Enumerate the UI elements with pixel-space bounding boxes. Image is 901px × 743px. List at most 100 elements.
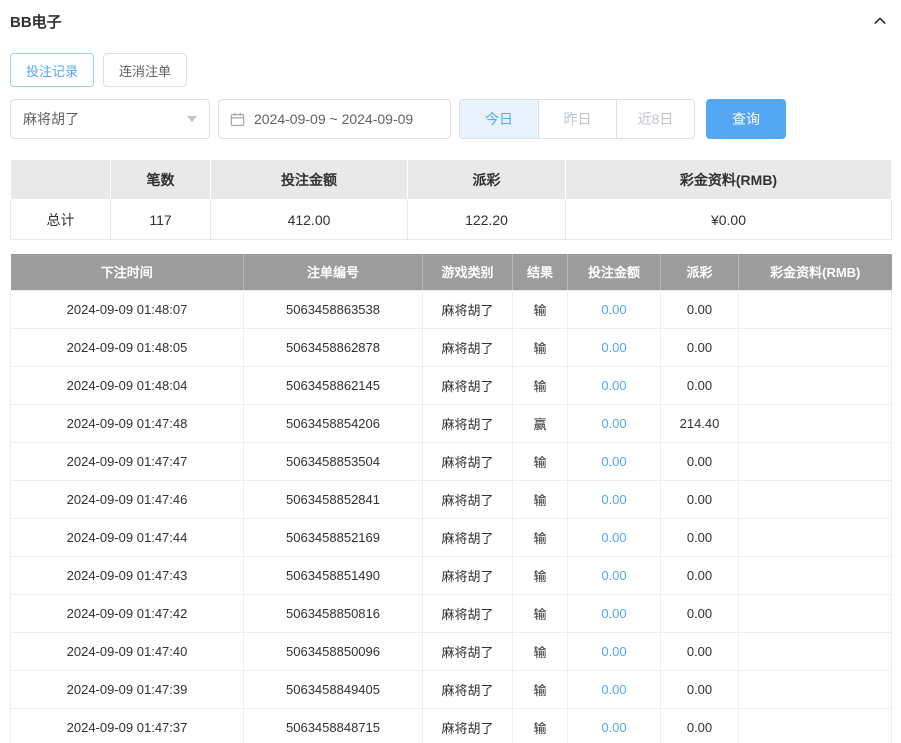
bet-amount-cell: 0.00	[567, 707, 661, 743]
result-cell: 赢	[512, 403, 568, 443]
table-row: 2024-09-09 01:48:04 5063458862145 麻将胡了输 0.0…	[10, 365, 892, 405]
table-row: 2024-09-09 01:47:47 5063458853504 麻将胡了输 0.0…	[10, 441, 892, 481]
game-type-cell: 麻将胡了	[422, 669, 513, 709]
order-number-cell: 5063458849405	[243, 669, 423, 709]
bet-time-cell: 2024-09-09 01:47:47	[10, 441, 244, 481]
summary-total-label: 总计	[10, 199, 111, 240]
game-type-cell: 麻将胡了	[422, 327, 513, 367]
bet-table-header-row: 下注时间 注单编号 游戏类别 结果 投注金额 派彩 彩金资料(RMB)	[10, 254, 892, 290]
bet-time-cell: 2024-09-09 01:47:39	[10, 669, 244, 709]
summary-count-value: 117	[110, 199, 211, 240]
bonus-cell	[738, 365, 892, 405]
order-number-cell: 5063458850096	[243, 631, 423, 671]
table-row: 2024-09-09 01:47:37 5063458848715 麻将胡了输 0.0…	[10, 707, 892, 743]
bonus-cell	[738, 707, 892, 743]
tab-cancelled-orders[interactable]: 连消注单	[103, 53, 188, 87]
table-row: 2024-09-09 01:47:43 5063458851490 麻将胡了输 0.0…	[10, 555, 892, 595]
bet-amount-link[interactable]: 0.00	[601, 454, 626, 469]
game-type-cell: 麻将胡了	[422, 365, 513, 405]
summary-bonus-value: ¥0.00	[565, 199, 892, 240]
bet-amount-link[interactable]: 0.00	[601, 492, 626, 507]
chevron-up-icon	[874, 17, 886, 24]
bet-amount-link[interactable]: 0.00	[601, 340, 626, 355]
header-result: 结果	[512, 254, 568, 290]
game-type-cell: 麻将胡了	[422, 517, 513, 557]
result-cell: 输	[512, 555, 568, 595]
bet-amount-cell: 0.00	[567, 631, 661, 671]
bet-amount-link[interactable]: 0.00	[601, 416, 626, 431]
game-type-cell: 麻将胡了	[422, 593, 513, 633]
order-number-cell: 5063458853504	[243, 441, 423, 481]
quick-date-buttons: 今日 昨日 近8日	[459, 99, 695, 139]
yesterday-button[interactable]: 昨日	[538, 99, 617, 139]
result-cell: 输	[512, 289, 568, 329]
bonus-cell	[738, 479, 892, 519]
search-button[interactable]: 查询	[706, 99, 786, 139]
header-order-number: 注单编号	[243, 254, 423, 290]
bonus-cell	[738, 441, 892, 481]
bet-amount-link[interactable]: 0.00	[601, 530, 626, 545]
result-cell: 输	[512, 669, 568, 709]
payout-cell: 0.00	[660, 593, 739, 633]
bet-amount-link[interactable]: 0.00	[601, 568, 626, 583]
bet-records-panel: BB电子 投注记录 连消注单 麻将胡了 2024-09-09 ~ 2024-09…	[0, 0, 901, 743]
game-type-cell: 麻将胡了	[422, 707, 513, 743]
bet-amount-link[interactable]: 0.00	[601, 378, 626, 393]
result-cell: 输	[512, 707, 568, 743]
bet-amount-cell: 0.00	[567, 441, 661, 481]
bet-amount-link[interactable]: 0.00	[601, 682, 626, 697]
tab-bet-records[interactable]: 投注记录	[10, 53, 95, 87]
chevron-down-icon	[187, 116, 197, 122]
date-range-input[interactable]: 2024-09-09 ~ 2024-09-09	[218, 99, 451, 139]
table-row: 2024-09-09 01:48:05 5063458862878 麻将胡了输 0.0…	[10, 327, 892, 367]
bonus-cell	[738, 517, 892, 557]
summary-header-bet-amount: 投注金额	[210, 159, 408, 200]
panel-header: BB电子	[10, 10, 891, 32]
payout-cell: 0.00	[660, 479, 739, 519]
collapse-panel-button[interactable]	[869, 10, 891, 32]
bet-amount-link[interactable]: 0.00	[601, 720, 626, 735]
bet-time-cell: 2024-09-09 01:47:40	[10, 631, 244, 671]
bet-amount-link[interactable]: 0.00	[601, 302, 626, 317]
tab-bar: 投注记录 连消注单	[10, 53, 891, 87]
bet-amount-cell: 0.00	[567, 555, 661, 595]
game-select-value: 麻将胡了	[23, 111, 79, 127]
summary-header-count: 笔数	[110, 159, 211, 200]
date-range-value: 2024-09-09 ~ 2024-09-09	[254, 111, 414, 127]
bonus-cell	[738, 403, 892, 443]
bet-amount-cell: 0.00	[567, 479, 661, 519]
bonus-cell	[738, 289, 892, 329]
table-row: 2024-09-09 01:47:42 5063458850816 麻将胡了输 0.0…	[10, 593, 892, 633]
game-select[interactable]: 麻将胡了	[10, 99, 210, 139]
bet-table-body: 2024-09-09 01:48:07 5063458863538 麻将胡了输 0.0…	[10, 289, 892, 743]
game-type-cell: 麻将胡了	[422, 289, 513, 329]
bet-amount-cell: 0.00	[567, 365, 661, 405]
bet-amount-cell: 0.00	[567, 669, 661, 709]
today-button[interactable]: 今日	[459, 99, 539, 139]
order-number-cell: 5063458848715	[243, 707, 423, 743]
order-number-cell: 5063458863538	[243, 289, 423, 329]
order-number-cell: 5063458854206	[243, 403, 423, 443]
bet-amount-cell: 0.00	[567, 517, 661, 557]
calendar-icon	[230, 112, 245, 126]
result-cell: 输	[512, 441, 568, 481]
game-type-cell: 麻将胡了	[422, 441, 513, 481]
table-row: 2024-09-09 01:47:46 5063458852841 麻将胡了输 0.0…	[10, 479, 892, 519]
result-cell: 输	[512, 365, 568, 405]
bonus-cell	[738, 327, 892, 367]
payout-cell: 0.00	[660, 365, 739, 405]
bonus-cell	[738, 631, 892, 671]
game-type-cell: 麻将胡了	[422, 555, 513, 595]
bet-amount-link[interactable]: 0.00	[601, 644, 626, 659]
header-bonus: 彩金资料(RMB)	[738, 254, 892, 290]
bet-amount-link[interactable]: 0.00	[601, 606, 626, 621]
result-cell: 输	[512, 327, 568, 367]
order-number-cell: 5063458862145	[243, 365, 423, 405]
result-cell: 输	[512, 517, 568, 557]
table-row: 2024-09-09 01:47:44 5063458852169 麻将胡了输 0.0…	[10, 517, 892, 557]
last-8-days-button[interactable]: 近8日	[616, 99, 695, 139]
bet-time-cell: 2024-09-09 01:48:04	[10, 365, 244, 405]
summary-bet-amount-value: 412.00	[210, 199, 408, 240]
game-type-cell: 麻将胡了	[422, 479, 513, 519]
bet-amount-cell: 0.00	[567, 403, 661, 443]
